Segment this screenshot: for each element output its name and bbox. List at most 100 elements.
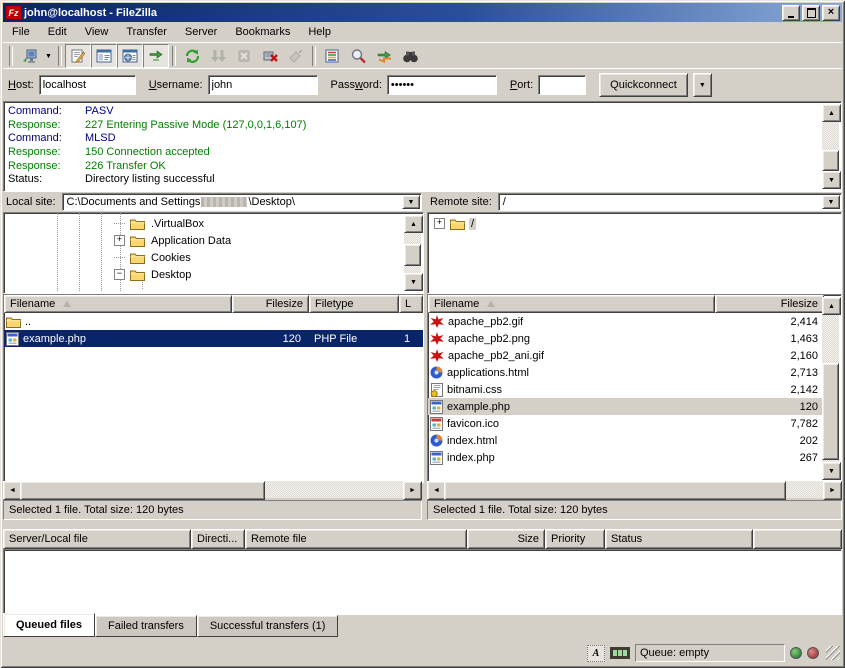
- expand-icon[interactable]: +: [114, 235, 125, 246]
- quickconnect-button[interactable]: Quickconnect: [599, 73, 688, 97]
- column-header-server-local-file[interactable]: Server/Local file: [3, 529, 191, 549]
- column-header-direction[interactable]: Directi...: [191, 529, 245, 549]
- disconnect-button[interactable]: [257, 44, 283, 68]
- column-header-filesize[interactable]: Filesize: [232, 295, 309, 313]
- cancel-operation-button[interactable]: [231, 44, 257, 68]
- log-line: Response:227 Entering Passive Mode (127,…: [6, 118, 821, 132]
- tree-item-root[interactable]: + /: [428, 215, 841, 232]
- column-header-priority[interactable]: Priority: [545, 529, 605, 549]
- reconnect-button[interactable]: [283, 44, 309, 68]
- column-header-filesize[interactable]: Filesize: [715, 295, 824, 313]
- maximize-button[interactable]: [802, 5, 820, 21]
- html-file-icon: [430, 434, 443, 447]
- column-header-filetype[interactable]: Filetype: [309, 295, 399, 313]
- username-input[interactable]: [208, 75, 318, 95]
- menu-view[interactable]: View: [76, 24, 118, 40]
- scroll-down-button[interactable]: ▼: [404, 273, 423, 291]
- scroll-up-button[interactable]: ▲: [822, 297, 841, 315]
- menu-server[interactable]: Server: [176, 24, 226, 40]
- tree-item-cookies[interactable]: Cookies: [6, 249, 403, 266]
- remote-site-combo[interactable]: / ▼: [498, 193, 842, 211]
- host-input[interactable]: [39, 75, 136, 95]
- port-input[interactable]: [538, 75, 586, 95]
- column-header-size[interactable]: Size: [467, 529, 545, 549]
- column-header-last-modified[interactable]: L: [399, 295, 423, 313]
- site-manager-dropdown[interactable]: ▼: [42, 45, 55, 67]
- toggle-message-log-button[interactable]: [65, 44, 91, 68]
- file-row[interactable]: apache_pb2.gif 2,414: [428, 313, 824, 330]
- site-manager-button[interactable]: [16, 44, 42, 68]
- find-files-button[interactable]: [397, 44, 423, 68]
- menu-transfer[interactable]: Transfer: [117, 24, 176, 40]
- file-row[interactable]: apache_pb2_ani.gif 2,160: [428, 347, 824, 364]
- local-path: C:\Documents and Settings\Desktop\: [67, 196, 295, 208]
- toggle-remote-tree-button[interactable]: [117, 44, 143, 68]
- status-bar: A Queue: empty: [3, 641, 842, 665]
- tree-item-desktop[interactable]: − Desktop: [6, 266, 403, 283]
- speed-limits-icon[interactable]: [610, 647, 630, 659]
- directory-filters-button[interactable]: [319, 44, 345, 68]
- remote-horizontal-scrollbar[interactable]: ◄ ►: [427, 481, 842, 498]
- log-vertical-scrollbar[interactable]: ▲ ▼: [822, 104, 839, 189]
- column-header-filename[interactable]: Filename: [428, 295, 715, 313]
- file-row-selected[interactable]: example.php 120: [428, 398, 824, 415]
- file-row[interactable]: favicon.ico 7,782: [428, 415, 824, 432]
- file-row[interactable]: apache_pb2.png 1,463: [428, 330, 824, 347]
- redacted-username: [201, 197, 247, 207]
- local-tree-scrollbar[interactable]: ▲ ▼: [404, 215, 421, 291]
- scroll-up-button[interactable]: ▲: [404, 215, 423, 233]
- menu-help[interactable]: Help: [299, 24, 340, 40]
- scroll-right-button[interactable]: ►: [403, 481, 422, 500]
- scroll-down-button[interactable]: ▼: [822, 171, 841, 189]
- close-button[interactable]: ×: [822, 5, 840, 21]
- file-row[interactable]: index.html 202: [428, 432, 824, 449]
- title-bar[interactable]: Fz john@localhost - FileZilla ×: [3, 3, 842, 22]
- toggle-local-tree-button[interactable]: [91, 44, 117, 68]
- minimize-button[interactable]: [782, 5, 800, 21]
- process-queue-button[interactable]: [205, 44, 231, 68]
- resize-grip[interactable]: [826, 646, 840, 660]
- local-combo-dropdown[interactable]: ▼: [402, 195, 420, 209]
- tree-item-virtualbox[interactable]: .VirtualBox: [6, 215, 403, 232]
- scroll-thumb[interactable]: [404, 244, 421, 266]
- menu-edit[interactable]: Edit: [39, 24, 76, 40]
- scroll-thumb[interactable]: [822, 150, 839, 171]
- quickconnect-dropdown[interactable]: ▼: [693, 73, 712, 97]
- toggle-transfer-queue-button[interactable]: [143, 44, 169, 68]
- file-row[interactable]: bitnami.css 2,142: [428, 381, 824, 398]
- menu-file[interactable]: File: [3, 24, 39, 40]
- scroll-thumb[interactable]: [822, 363, 839, 460]
- remote-site-label: Remote site:: [427, 196, 498, 208]
- tab-queued-files[interactable]: Queued files: [3, 613, 95, 637]
- queue-body[interactable]: [3, 549, 842, 615]
- tab-failed-transfers[interactable]: Failed transfers: [95, 615, 197, 637]
- synchronized-browsing-button[interactable]: [371, 44, 397, 68]
- column-header-status[interactable]: Status: [605, 529, 753, 549]
- collapse-icon[interactable]: −: [114, 269, 125, 280]
- local-site-combo[interactable]: C:\Documents and Settings\Desktop\ ▼: [62, 193, 422, 211]
- scroll-down-button[interactable]: ▼: [822, 462, 841, 480]
- expand-icon[interactable]: +: [434, 218, 445, 229]
- file-row[interactable]: applications.html 2,713: [428, 364, 824, 381]
- local-list-header: Filename Filesize Filetype L: [4, 295, 423, 313]
- tab-successful-transfers[interactable]: Successful transfers (1): [197, 615, 339, 637]
- refresh-button[interactable]: [179, 44, 205, 68]
- transfer-type-indicator-icon[interactable]: A: [587, 645, 605, 662]
- scroll-thumb[interactable]: [444, 481, 786, 500]
- password-input[interactable]: [387, 75, 497, 95]
- remote-selection-status: Selected 1 file. Total size: 120 bytes: [427, 500, 842, 520]
- scroll-right-button[interactable]: ►: [823, 481, 842, 500]
- file-row[interactable]: index.php 267: [428, 449, 824, 466]
- remote-combo-dropdown[interactable]: ▼: [822, 195, 840, 209]
- scroll-up-button[interactable]: ▲: [822, 104, 841, 122]
- menu-bookmarks[interactable]: Bookmarks: [226, 24, 299, 40]
- column-header-remote-file[interactable]: Remote file: [245, 529, 467, 549]
- file-row-updir[interactable]: ..: [4, 313, 423, 330]
- remote-list-scrollbar[interactable]: ▲ ▼: [822, 297, 839, 480]
- column-header-filename[interactable]: Filename: [4, 295, 232, 313]
- file-row-example-php[interactable]: example.php 120 PHP File 1: [4, 330, 423, 347]
- local-horizontal-scrollbar[interactable]: ◄ ►: [3, 481, 422, 498]
- tree-item-application-data[interactable]: + Application Data: [6, 232, 403, 249]
- scroll-thumb[interactable]: [20, 481, 265, 500]
- directory-comparison-button[interactable]: [345, 44, 371, 68]
